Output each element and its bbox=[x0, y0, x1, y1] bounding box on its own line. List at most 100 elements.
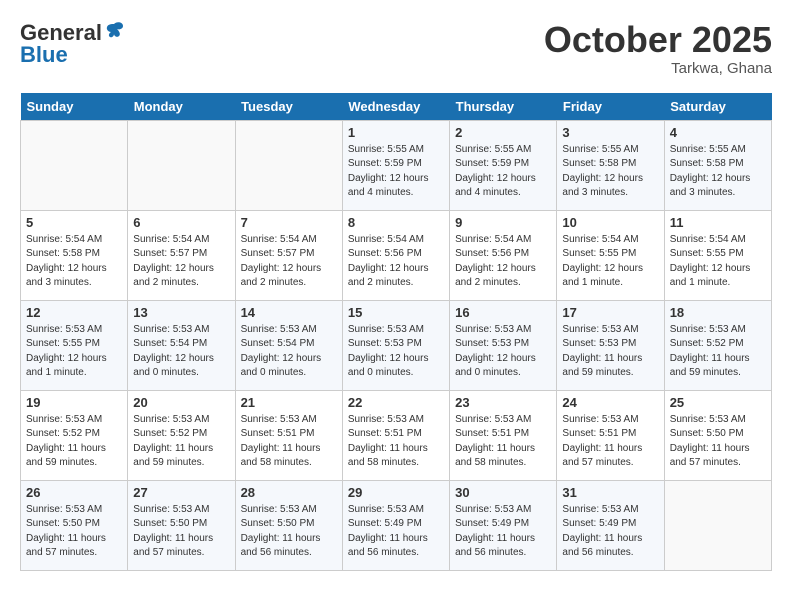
weekday-header-sunday: Sunday bbox=[21, 93, 128, 121]
calendar-table: SundayMondayTuesdayWednesdayThursdayFrid… bbox=[20, 93, 772, 571]
weekday-header-tuesday: Tuesday bbox=[235, 93, 342, 121]
logo-blue: Blue bbox=[20, 42, 68, 68]
day-info: Sunrise: 5:54 AMSunset: 5:56 PMDaylight:… bbox=[455, 233, 551, 291]
day-number: 26 bbox=[26, 485, 122, 500]
day-number: 16 bbox=[455, 305, 551, 320]
weekday-header-monday: Monday bbox=[128, 93, 235, 121]
calendar-week-5: 26 Sunrise: 5:53 AMSunset: 5:50 PMDayligh… bbox=[21, 480, 772, 570]
day-number: 28 bbox=[241, 485, 337, 500]
weekday-header-saturday: Saturday bbox=[664, 93, 771, 121]
calendar-cell: 2 Sunrise: 5:55 AMSunset: 5:59 PMDaylight… bbox=[450, 120, 557, 210]
day-info: Sunrise: 5:55 AMSunset: 5:59 PMDaylight:… bbox=[455, 143, 551, 201]
logo-bird-icon bbox=[103, 20, 125, 42]
day-number: 8 bbox=[348, 215, 444, 230]
calendar-week-3: 12Sunrise: 5:53 AMSunset: 5:55 PMDayligh… bbox=[21, 300, 772, 390]
calendar-cell: 24Sunrise: 5:53 AMSunset: 5:51 PMDayligh… bbox=[557, 390, 664, 480]
day-number: 18 bbox=[670, 305, 766, 320]
calendar-cell: 11Sunrise: 5:54 AMSunset: 5:55 PMDayligh… bbox=[664, 210, 771, 300]
calendar-cell: 16 Sunrise: 5:53 AMSunset: 5:53 PMDayligh… bbox=[450, 300, 557, 390]
day-info: Sunrise: 5:53 AMSunset: 5:52 PMDaylight:… bbox=[133, 413, 229, 471]
day-info: Sunrise: 5:55 AMSunset: 5:58 PMDaylight:… bbox=[670, 143, 766, 201]
calendar-cell: 4 Sunrise: 5:55 AMSunset: 5:58 PMDaylight… bbox=[664, 120, 771, 210]
logo: General Blue bbox=[20, 20, 125, 68]
day-info: Sunrise: 5:53 AMSunset: 5:53 PMDaylight:… bbox=[562, 323, 658, 381]
calendar-cell: 10 Sunrise: 5:54 AMSunset: 5:55 PMDayligh… bbox=[557, 210, 664, 300]
calendar-week-4: 19 Sunrise: 5:53 AMSunset: 5:52 PMDayligh… bbox=[21, 390, 772, 480]
day-info: Sunrise: 5:53 AMSunset: 5:54 PMDaylight:… bbox=[241, 323, 337, 381]
day-number: 30 bbox=[455, 485, 551, 500]
day-number: 1 bbox=[348, 125, 444, 140]
calendar-cell: 14 Sunrise: 5:53 AMSunset: 5:54 PMDayligh… bbox=[235, 300, 342, 390]
calendar-cell: 20 Sunrise: 5:53 AMSunset: 5:52 PMDayligh… bbox=[128, 390, 235, 480]
calendar-cell: 6 Sunrise: 5:54 AMSunset: 5:57 PMDaylight… bbox=[128, 210, 235, 300]
day-number: 19 bbox=[26, 395, 122, 410]
day-number: 27 bbox=[133, 485, 229, 500]
day-info: Sunrise: 5:53 AMSunset: 5:49 PMDaylight:… bbox=[348, 503, 444, 561]
day-number: 12 bbox=[26, 305, 122, 320]
day-info: Sunrise: 5:53 AMSunset: 5:50 PMDaylight:… bbox=[26, 503, 122, 561]
calendar-cell: 22Sunrise: 5:53 AMSunset: 5:51 PMDayligh… bbox=[342, 390, 449, 480]
calendar-cell: 23 Sunrise: 5:53 AMSunset: 5:51 PMDayligh… bbox=[450, 390, 557, 480]
calendar-cell: 26 Sunrise: 5:53 AMSunset: 5:50 PMDayligh… bbox=[21, 480, 128, 570]
day-number: 10 bbox=[562, 215, 658, 230]
day-number: 15 bbox=[348, 305, 444, 320]
calendar-cell bbox=[235, 120, 342, 210]
calendar-cell bbox=[21, 120, 128, 210]
location: Tarkwa, Ghana bbox=[544, 60, 772, 77]
weekday-header-friday: Friday bbox=[557, 93, 664, 121]
day-info: Sunrise: 5:54 AMSunset: 5:57 PMDaylight:… bbox=[133, 233, 229, 291]
calendar-cell: 1 Sunrise: 5:55 AMSunset: 5:59 PMDaylight… bbox=[342, 120, 449, 210]
page-header: General Blue October 2025 Tarkwa, Ghana bbox=[20, 20, 772, 77]
day-info: Sunrise: 5:53 AMSunset: 5:52 PMDaylight:… bbox=[670, 323, 766, 381]
calendar-cell bbox=[664, 480, 771, 570]
weekday-header-thursday: Thursday bbox=[450, 93, 557, 121]
day-number: 3 bbox=[562, 125, 658, 140]
calendar-cell: 29 Sunrise: 5:53 AMSunset: 5:49 PMDayligh… bbox=[342, 480, 449, 570]
day-info: Sunrise: 5:53 AMSunset: 5:50 PMDaylight:… bbox=[133, 503, 229, 561]
weekday-header-row: SundayMondayTuesdayWednesdayThursdayFrid… bbox=[21, 93, 772, 121]
weekday-header-wednesday: Wednesday bbox=[342, 93, 449, 121]
day-number: 29 bbox=[348, 485, 444, 500]
calendar-cell: 7 Sunrise: 5:54 AMSunset: 5:57 PMDaylight… bbox=[235, 210, 342, 300]
calendar-cell: 30Sunrise: 5:53 AMSunset: 5:49 PMDayligh… bbox=[450, 480, 557, 570]
day-number: 23 bbox=[455, 395, 551, 410]
day-info: Sunrise: 5:55 AMSunset: 5:59 PMDaylight:… bbox=[348, 143, 444, 201]
title-block: October 2025 Tarkwa, Ghana bbox=[544, 20, 772, 77]
day-number: 11 bbox=[670, 215, 766, 230]
day-info: Sunrise: 5:54 AMSunset: 5:56 PMDaylight:… bbox=[348, 233, 444, 291]
calendar-cell: 15 Sunrise: 5:53 AMSunset: 5:53 PMDayligh… bbox=[342, 300, 449, 390]
day-info: Sunrise: 5:54 AMSunset: 5:57 PMDaylight:… bbox=[241, 233, 337, 291]
day-number: 4 bbox=[670, 125, 766, 140]
day-info: Sunrise: 5:53 AMSunset: 5:52 PMDaylight:… bbox=[26, 413, 122, 471]
day-number: 20 bbox=[133, 395, 229, 410]
day-number: 13 bbox=[133, 305, 229, 320]
day-info: Sunrise: 5:54 AMSunset: 5:55 PMDaylight:… bbox=[562, 233, 658, 291]
day-info: Sunrise: 5:53 AMSunset: 5:49 PMDaylight:… bbox=[562, 503, 658, 561]
calendar-cell: 28Sunrise: 5:53 AMSunset: 5:50 PMDayligh… bbox=[235, 480, 342, 570]
calendar-cell: 17 Sunrise: 5:53 AMSunset: 5:53 PMDayligh… bbox=[557, 300, 664, 390]
day-info: Sunrise: 5:53 AMSunset: 5:54 PMDaylight:… bbox=[133, 323, 229, 381]
day-number: 17 bbox=[562, 305, 658, 320]
day-info: Sunrise: 5:53 AMSunset: 5:51 PMDaylight:… bbox=[241, 413, 337, 471]
day-number: 31 bbox=[562, 485, 658, 500]
day-number: 7 bbox=[241, 215, 337, 230]
calendar-cell: 25 Sunrise: 5:53 AMSunset: 5:50 PMDayligh… bbox=[664, 390, 771, 480]
day-info: Sunrise: 5:53 AMSunset: 5:50 PMDaylight:… bbox=[670, 413, 766, 471]
day-number: 2 bbox=[455, 125, 551, 140]
day-info: Sunrise: 5:53 AMSunset: 5:51 PMDaylight:… bbox=[562, 413, 658, 471]
day-info: Sunrise: 5:53 AMSunset: 5:53 PMDaylight:… bbox=[348, 323, 444, 381]
day-info: Sunrise: 5:53 AMSunset: 5:51 PMDaylight:… bbox=[455, 413, 551, 471]
calendar-cell: 8 Sunrise: 5:54 AMSunset: 5:56 PMDaylight… bbox=[342, 210, 449, 300]
calendar-cell: 12Sunrise: 5:53 AMSunset: 5:55 PMDayligh… bbox=[21, 300, 128, 390]
day-number: 25 bbox=[670, 395, 766, 410]
calendar-cell: 27 Sunrise: 5:53 AMSunset: 5:50 PMDayligh… bbox=[128, 480, 235, 570]
day-number: 5 bbox=[26, 215, 122, 230]
day-info: Sunrise: 5:53 AMSunset: 5:53 PMDaylight:… bbox=[455, 323, 551, 381]
calendar-cell: 31 Sunrise: 5:53 AMSunset: 5:49 PMDayligh… bbox=[557, 480, 664, 570]
day-number: 6 bbox=[133, 215, 229, 230]
calendar-cell: 19 Sunrise: 5:53 AMSunset: 5:52 PMDayligh… bbox=[21, 390, 128, 480]
day-number: 21 bbox=[241, 395, 337, 410]
calendar-cell: 18 Sunrise: 5:53 AMSunset: 5:52 PMDayligh… bbox=[664, 300, 771, 390]
month-title: October 2025 bbox=[544, 20, 772, 60]
day-number: 14 bbox=[241, 305, 337, 320]
